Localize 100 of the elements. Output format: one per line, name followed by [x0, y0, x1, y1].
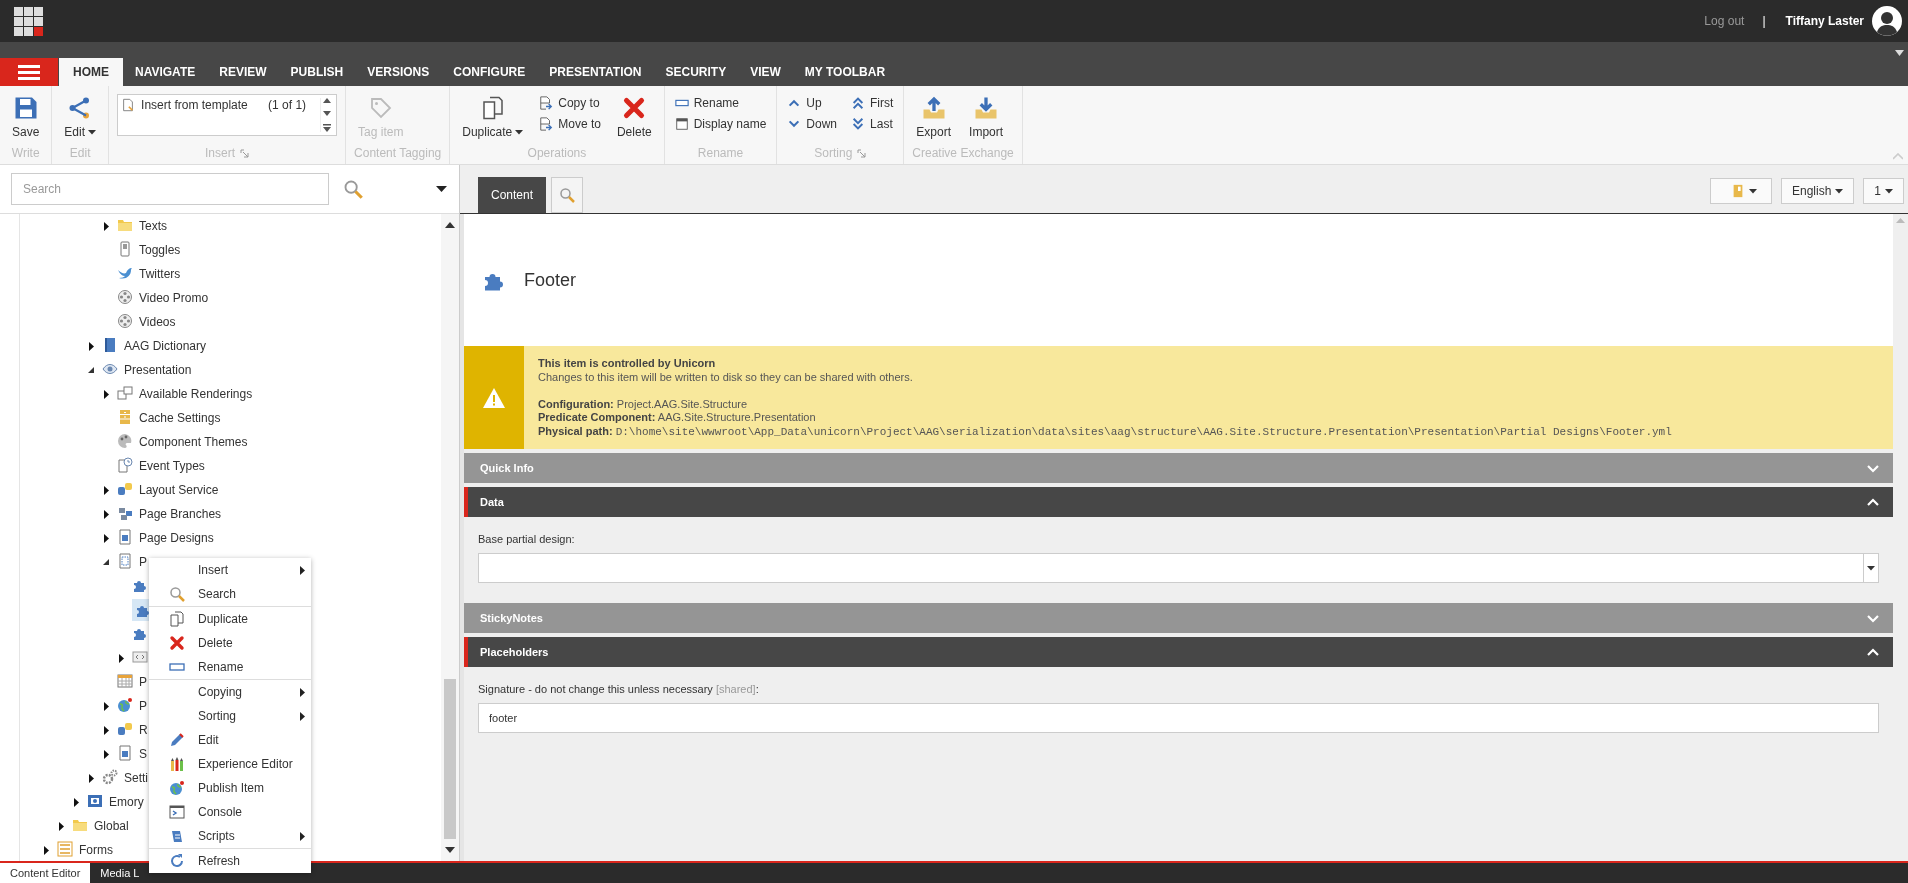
expand-arrow-icon[interactable]	[73, 797, 79, 807]
tree-item[interactable]: Texts	[139, 219, 167, 233]
expand-arrow-icon[interactable]	[103, 509, 109, 519]
ribbon-tab[interactable]: VIEW	[738, 58, 793, 86]
ribbon-tab[interactable]: REVIEW	[207, 58, 279, 86]
ribbon-tab[interactable]: HOME	[59, 58, 123, 86]
tree-item[interactable]: R	[139, 723, 148, 737]
menu-item[interactable]: Edit	[149, 728, 311, 752]
dropdown-button[interactable]: English	[1780, 178, 1855, 204]
text-field[interactable]: footer	[478, 703, 1879, 733]
dropdown-field[interactable]	[478, 553, 1879, 583]
tree-item[interactable]: Available Renderings	[139, 387, 253, 401]
ribbon-button[interactable]: Copy to	[537, 94, 603, 112]
export-button[interactable]: Export	[912, 94, 956, 141]
menu-item[interactable]: Publish Item	[149, 776, 311, 800]
tree-item[interactable]: Setti	[124, 771, 148, 785]
bottom-tab[interactable]: Content Editor	[0, 863, 91, 883]
ribbon-tab[interactable]: VERSIONS	[355, 58, 442, 86]
menu-item[interactable]: Experience Editor	[149, 752, 311, 776]
dropdown-icon[interactable]	[436, 186, 447, 192]
tree-item[interactable]: Global	[94, 819, 129, 833]
duplicate-button[interactable]: Duplicate	[458, 94, 528, 141]
bottom-tab[interactable]: Media L	[90, 863, 150, 883]
tree-item[interactable]: S	[139, 747, 147, 761]
menu-item[interactable]: Rename	[149, 655, 311, 679]
expand-arrow-icon[interactable]	[103, 221, 109, 231]
code-icon	[132, 648, 148, 665]
menu-item[interactable]: Search	[149, 582, 311, 606]
tree-item[interactable]: Page Designs	[139, 531, 214, 545]
expand-arrow-icon[interactable]	[58, 821, 64, 831]
tree-item[interactable]: Video Promo	[139, 291, 209, 305]
ribbon-button[interactable]: First	[849, 94, 896, 112]
caret-icon[interactable]	[1895, 50, 1904, 56]
editor-tab[interactable]: Content	[478, 177, 547, 213]
tree-item[interactable]: Presentation	[124, 363, 192, 377]
menu-item[interactable]: Duplicate	[149, 606, 311, 631]
collapse-arrow-icon[interactable]	[88, 367, 94, 373]
expand-arrow-icon[interactable]	[43, 845, 49, 855]
menu-item[interactable]: Refresh	[149, 848, 311, 873]
menu-item[interactable]: Scripts	[149, 824, 311, 848]
expand-arrow-icon[interactable]	[103, 725, 109, 735]
expand-arrow-icon[interactable]	[88, 773, 94, 783]
tree-item[interactable]: P	[139, 675, 147, 689]
menu-item[interactable]: Copying	[149, 679, 311, 704]
menu-item[interactable]: Delete	[149, 631, 311, 655]
logout-link[interactable]: Log out	[1704, 14, 1745, 28]
tree-item[interactable]: Cache Settings	[139, 411, 221, 425]
expand-arrow-icon[interactable]	[88, 341, 94, 351]
dropdown-button[interactable]: 1	[1863, 178, 1904, 204]
expand-arrow-icon[interactable]	[103, 485, 109, 495]
collapse-arrow-icon[interactable]	[103, 559, 109, 565]
ribbon-tab[interactable]: PRESENTATION	[537, 58, 654, 86]
group-label: Edit	[69, 146, 91, 160]
menu-item[interactable]: Sorting	[149, 704, 311, 728]
ribbon-tab[interactable]: MY TOOLBAR	[792, 58, 898, 86]
tree-item[interactable]: Page Branches	[139, 507, 222, 521]
menu-item[interactable]: Insert	[149, 558, 311, 582]
notice-message: Changes to this item will be written to disk so they can be shared with others.	[538, 370, 913, 383]
tree-item[interactable]: Component Themes	[139, 435, 248, 449]
ribbon-tab[interactable]: SECURITY	[653, 58, 739, 86]
delete-button[interactable]: Delete	[612, 94, 656, 141]
section-header[interactable]: Placeholders	[464, 637, 1893, 667]
tree-item[interactable]: Emory	[109, 795, 144, 809]
table-icon	[117, 672, 133, 689]
search-field[interactable]: Search	[11, 173, 329, 205]
ribbon-tab[interactable]: NAVIGATE	[123, 58, 208, 86]
section-header[interactable]: Data	[464, 487, 1893, 517]
ribbon-tab[interactable]: PUBLISH	[278, 58, 356, 86]
menu-item[interactable]: Console	[149, 800, 311, 824]
tree-item[interactable]: Layout Service	[139, 483, 219, 497]
expand-arrow-icon[interactable]	[103, 701, 109, 711]
expand-arrow-icon[interactable]	[118, 653, 124, 663]
tree-item[interactable]: AAG Dictionary	[124, 339, 207, 353]
edit-button[interactable]: Edit	[60, 94, 101, 141]
expand-arrow-icon[interactable]	[103, 533, 109, 543]
scroll-up-icon	[1896, 218, 1905, 223]
tree-item[interactable]: Toggles	[139, 243, 181, 257]
tree-item[interactable]: Twitters	[139, 267, 181, 281]
tree-item[interactable]: Videos	[139, 315, 176, 329]
scrollbar[interactable]	[441, 214, 459, 861]
scrollbar-thumb[interactable]	[444, 679, 456, 839]
ribbon-button[interactable]: Move to	[537, 115, 603, 133]
ribbon-button[interactable]: Down	[785, 115, 840, 133]
save-button[interactable]: Save	[8, 94, 44, 141]
expand-arrow-icon[interactable]	[103, 389, 109, 399]
app-grid-icon[interactable]	[14, 6, 43, 36]
import-button[interactable]: Import	[965, 94, 1008, 141]
ribbon-button[interactable]: Up	[785, 94, 840, 112]
tree-item[interactable]: Event Types	[139, 459, 205, 473]
menu-button[interactable]	[0, 58, 58, 86]
tree-item[interactable]: P	[139, 555, 147, 569]
search-icon[interactable]	[343, 179, 363, 199]
ribbon-button[interactable]: Last	[849, 115, 896, 133]
ribbon-tab[interactable]: CONFIGURE	[441, 58, 538, 86]
tree-item[interactable]: Forms	[79, 843, 113, 857]
ribbon-button[interactable]: Rename	[672, 94, 769, 112]
expand-arrow-icon[interactable]	[103, 749, 109, 759]
insert-listbox[interactable]: Insert from template (1 of 1)	[117, 94, 338, 136]
tree-item[interactable]: P	[139, 699, 147, 713]
ribbon-button[interactable]: Display name	[672, 115, 769, 133]
